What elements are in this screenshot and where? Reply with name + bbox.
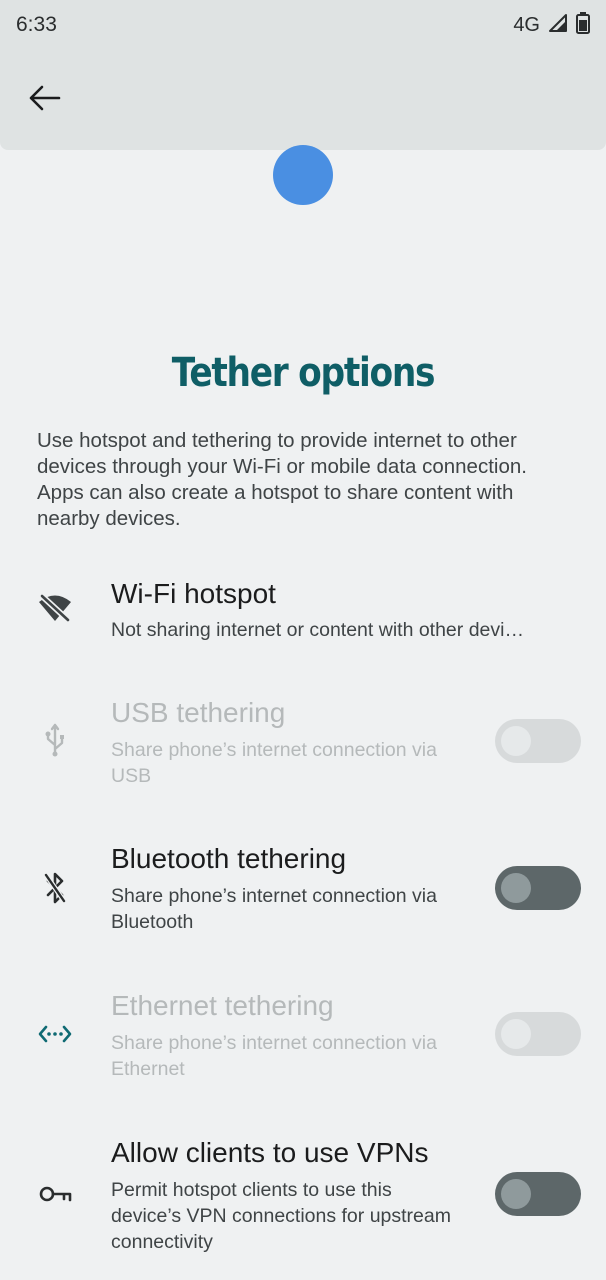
- status-time: 6:33: [16, 13, 57, 36]
- arrow-back-icon: [27, 84, 61, 117]
- wifi-off-icon: [35, 588, 75, 628]
- vpn-clients-toggle[interactable]: [495, 1172, 581, 1216]
- vpn-clients-setting[interactable]: Allow clients to use VPNs Permit hotspot…: [0, 1130, 606, 1270]
- ethernet-tethering-summary: Share phone’s internet connection via Et…: [111, 1032, 437, 1080]
- usb-icon: [35, 720, 75, 760]
- bluetooth-tethering-summary: Share phone’s internet connection via Bl…: [111, 885, 437, 933]
- page-title: Tether options: [171, 350, 436, 396]
- battery-icon: [576, 12, 590, 39]
- bluetooth-tethering-title: Bluetooth tethering: [111, 843, 347, 874]
- back-button[interactable]: [22, 78, 66, 122]
- ethernet-tethering-setting[interactable]: Ethernet tethering Share phone’s interne…: [0, 983, 606, 1093]
- ethernet-tethering-title: Ethernet tethering: [111, 990, 334, 1021]
- wifi-hotspot-title: Wi-Fi hotspot: [111, 578, 276, 609]
- usb-tethering-summary: Share phone’s internet connection via US…: [111, 739, 437, 787]
- usb-tethering-setting[interactable]: USB tethering Share phone’s internet con…: [0, 690, 606, 800]
- usb-tethering-toggle[interactable]: [495, 719, 581, 763]
- hero-illustration: [273, 145, 333, 205]
- wifi-hotspot-summary: Not sharing internet or content with oth…: [111, 619, 524, 641]
- app-bar: [0, 50, 606, 150]
- usb-tethering-title: USB tethering: [111, 697, 286, 728]
- bluetooth-tethering-setting[interactable]: Bluetooth tethering Share phone’s intern…: [0, 836, 606, 946]
- wifi-hotspot-setting[interactable]: Wi-Fi hotspot Not sharing internet or co…: [0, 570, 606, 670]
- bluetooth-icon: [35, 868, 75, 908]
- network-type-label: 4G: [513, 14, 540, 36]
- toggle-knob: [501, 726, 531, 756]
- page-description: Use hotspot and tethering to provide int…: [37, 429, 527, 530]
- ethernet-icon: [35, 1014, 75, 1054]
- bluetooth-tethering-toggle[interactable]: [495, 866, 581, 910]
- toggle-knob: [501, 1019, 531, 1049]
- vpn-clients-summary: Permit hotspot clients to use this devic…: [111, 1179, 451, 1253]
- status-icons: 4G: [513, 12, 590, 39]
- signal-icon: [548, 13, 568, 38]
- toggle-knob: [501, 1179, 531, 1209]
- ethernet-tethering-toggle[interactable]: [495, 1012, 581, 1056]
- status-bar: 6:33 4G: [0, 0, 606, 50]
- vpn-clients-title: Allow clients to use VPNs: [111, 1137, 429, 1168]
- toggle-knob: [501, 873, 531, 903]
- vpn-key-icon: [35, 1174, 75, 1214]
